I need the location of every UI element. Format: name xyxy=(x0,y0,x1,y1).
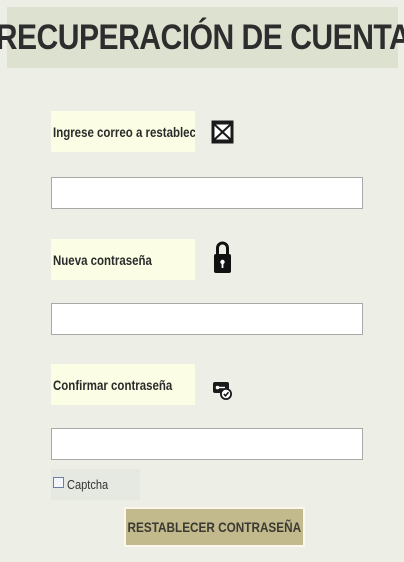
confirm-password-label: Confirmar contraseña xyxy=(53,376,173,393)
new-password-label: Nueva contraseña xyxy=(53,251,152,268)
reset-password-button[interactable]: RESTABLECER CONTRASEÑA xyxy=(124,507,305,547)
confirm-password-label-box: Confirmar contraseña xyxy=(51,364,195,405)
email-label-box: Ingrese correo a restablecer xyxy=(51,111,195,152)
reset-password-button-label: RESTABLECER CONTRASEÑA xyxy=(127,519,302,535)
confirm-password-field[interactable] xyxy=(51,428,363,460)
captcha-checkbox[interactable] xyxy=(53,477,64,488)
envelope-icon xyxy=(211,120,234,144)
page-title: RECUPERACIÓN DE CUENTA xyxy=(0,17,404,57)
lock-icon xyxy=(214,241,231,273)
captcha-label: Captcha xyxy=(67,477,109,492)
new-password-field[interactable] xyxy=(51,303,363,335)
email-field[interactable] xyxy=(51,177,363,209)
email-label: Ingrese correo a restablecer xyxy=(53,123,195,140)
new-password-label-box: Nueva contraseña xyxy=(51,239,195,280)
captcha-widget: Captcha xyxy=(51,469,140,500)
key-shield-icon xyxy=(213,382,232,400)
page-header: RECUPERACIÓN DE CUENTA xyxy=(0,7,404,68)
